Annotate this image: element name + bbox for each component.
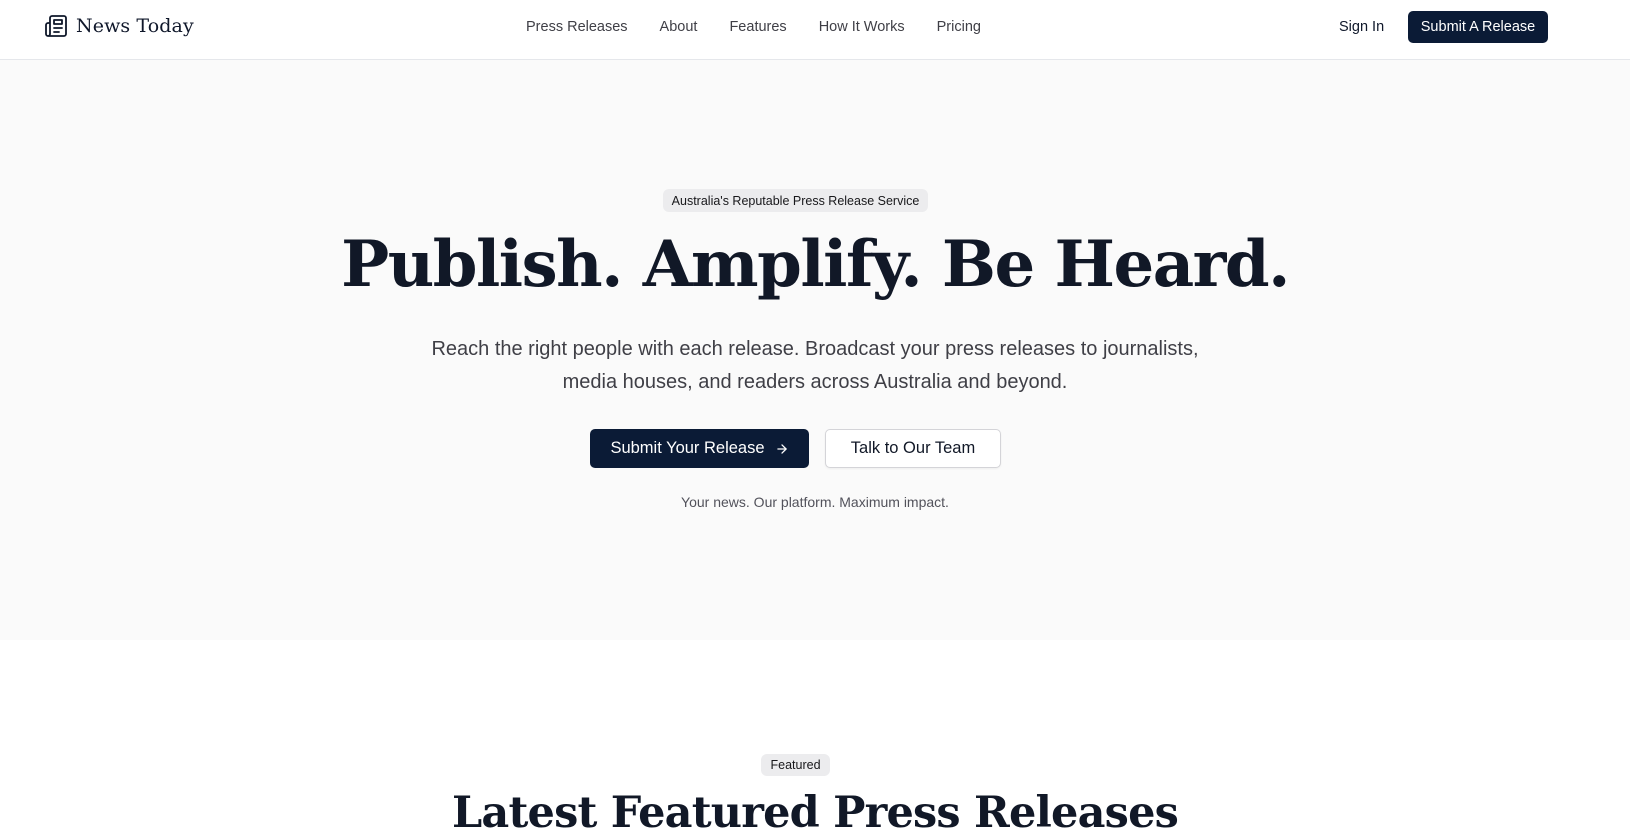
nav-press-releases[interactable]: Press Releases [526,19,628,35]
featured-title: Latest Featured Press Releases [451,788,1179,836]
submit-a-release-button[interactable]: Submit A Release [1408,11,1548,43]
hero-section: Australia's Reputable Press Release Serv… [0,60,1630,640]
site-header: News Today Press Releases About Features… [0,0,1630,60]
newspaper-icon [44,14,68,38]
arrow-right-icon [775,442,789,456]
hero-tagline: Your news. Our platform. Maximum impact. [681,494,949,510]
nav-how-it-works[interactable]: How It Works [819,19,905,35]
hero-badge: Australia's Reputable Press Release Serv… [663,189,928,212]
featured-section: Featured Latest Featured Press Releases [0,640,1630,836]
brand-logo[interactable]: News Today [44,14,194,38]
nav-features[interactable]: Features [729,19,786,35]
hero-subtitle: Reach the right people with each release… [431,338,1199,393]
submit-your-release-button[interactable]: Submit Your Release [590,429,809,468]
submit-your-release-label: Submit Your Release [610,439,765,457]
sign-in-link[interactable]: Sign In [1339,19,1384,35]
hero-title: Publish. Amplify. Be Heard. [341,227,1290,302]
nav-about[interactable]: About [660,19,698,35]
talk-to-our-team-button[interactable]: Talk to Our Team [825,429,1001,468]
main-nav: Press Releases About Features How It Wor… [526,19,981,35]
featured-badge: Featured [761,754,830,776]
nav-pricing[interactable]: Pricing [937,19,981,35]
brand-name: News Today [76,15,194,37]
